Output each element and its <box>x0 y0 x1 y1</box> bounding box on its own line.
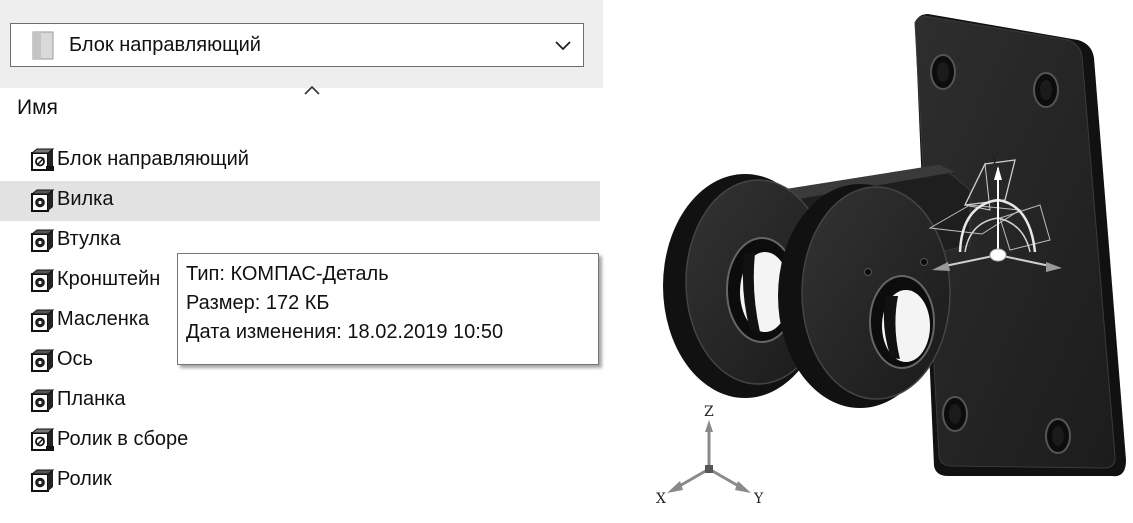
path-text: Блок направляющий <box>69 34 261 56</box>
kompas-part-icon <box>30 389 55 412</box>
file-name: Вилка <box>57 188 114 210</box>
kompas-assembly-icon <box>30 148 55 171</box>
path-combobox[interactable]: Блок направляющий <box>10 23 584 67</box>
triad-y-label: Y <box>989 152 1000 168</box>
file-explorer: Блок направляющий Имя Блок направляющий <box>0 0 610 523</box>
file-name: Блок направляющий <box>57 148 249 170</box>
kompas-assembly-icon <box>30 428 55 451</box>
kompas-part-icon <box>30 269 55 292</box>
kompas-part-icon <box>30 469 55 492</box>
sort-ascending-icon[interactable] <box>303 84 321 96</box>
axis-x-label: X <box>656 491 666 507</box>
kompas-part-icon <box>30 189 55 212</box>
folder-icon <box>32 31 54 60</box>
address-bar-area: Блок направляющий <box>0 0 603 88</box>
part-3d-model: Y X Z Z X Y <box>656 14 1126 507</box>
file-name: Планка <box>57 388 126 410</box>
tooltip-size: Размер: 172 КБ <box>186 292 330 314</box>
chevron-down-icon[interactable] <box>553 35 573 55</box>
file-name: Втулка <box>57 228 121 250</box>
list-item[interactable]: Ролик <box>0 461 600 501</box>
axis-z-label: Z <box>704 404 714 420</box>
file-name: Ось <box>57 348 93 370</box>
tooltip-type: Тип: КОМПАС-Деталь <box>186 263 389 285</box>
triad-z-label: Z <box>922 265 932 281</box>
kompas-part-icon <box>30 349 55 372</box>
file-name: Ролик в сборе <box>57 428 189 450</box>
fork-lug-front <box>778 184 951 408</box>
tooltip-modified: Дата изменения: 18.02.2019 10:50 <box>186 321 504 343</box>
kompas-part-icon <box>30 309 55 332</box>
file-info-tooltip: Тип: КОМПАС-Деталь Размер: 172 КБ Дата и… <box>177 253 599 365</box>
file-name: Масленка <box>57 308 150 330</box>
list-item[interactable]: Блок направляющий <box>0 141 600 181</box>
file-name: Ролик <box>57 468 112 490</box>
triad-x-label: X <box>1063 262 1073 278</box>
orientation-axes-icon: Z X Y <box>656 404 764 507</box>
list-item-selected[interactable]: Вилка <box>0 181 600 221</box>
file-name: Кронштейн <box>57 268 161 290</box>
list-item[interactable]: Ролик в сборе <box>0 421 600 461</box>
kompas-part-icon <box>30 229 55 252</box>
column-header-name[interactable]: Имя <box>17 96 58 120</box>
axis-y-label: Y <box>753 491 764 507</box>
model-viewport[interactable]: Y X Z Z X Y <box>610 0 1133 523</box>
list-item[interactable]: Планка <box>0 381 600 421</box>
